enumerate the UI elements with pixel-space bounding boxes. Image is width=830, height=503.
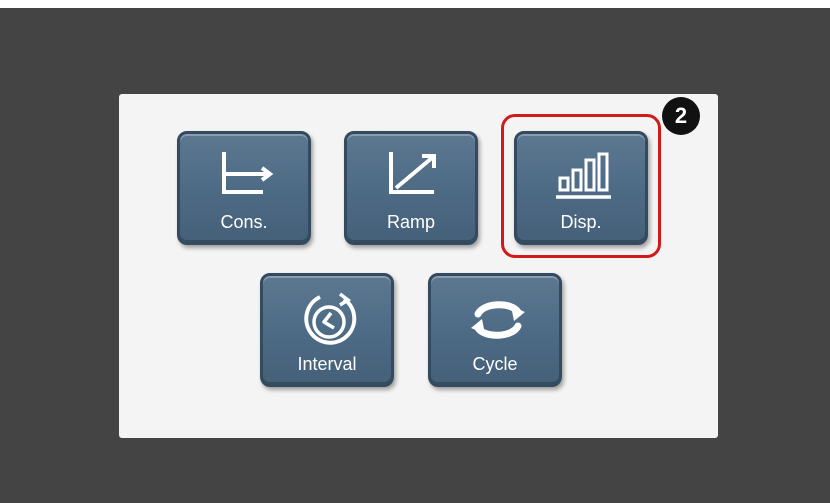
cycle-button[interactable]: Cycle <box>428 273 562 387</box>
cons-button-label: Cons. <box>220 212 268 232</box>
interval-clock-icon <box>304 292 357 345</box>
interval-button[interactable]: Interval <box>260 273 394 387</box>
cons-button[interactable]: Cons. <box>177 131 311 245</box>
cycle-button-label: Cycle <box>472 354 518 374</box>
ramp-icon <box>389 152 436 194</box>
ramp-button-label: Ramp <box>386 212 435 232</box>
cycle-arrows-icon <box>471 301 525 339</box>
interval-button-label: Interval <box>297 354 357 374</box>
constant-flow-icon <box>222 152 274 194</box>
disp-highlight-ring <box>501 114 661 258</box>
device-screen <box>0 8 830 503</box>
step-number-badge: 2 <box>662 97 700 135</box>
ramp-button[interactable]: Ramp <box>344 131 478 245</box>
